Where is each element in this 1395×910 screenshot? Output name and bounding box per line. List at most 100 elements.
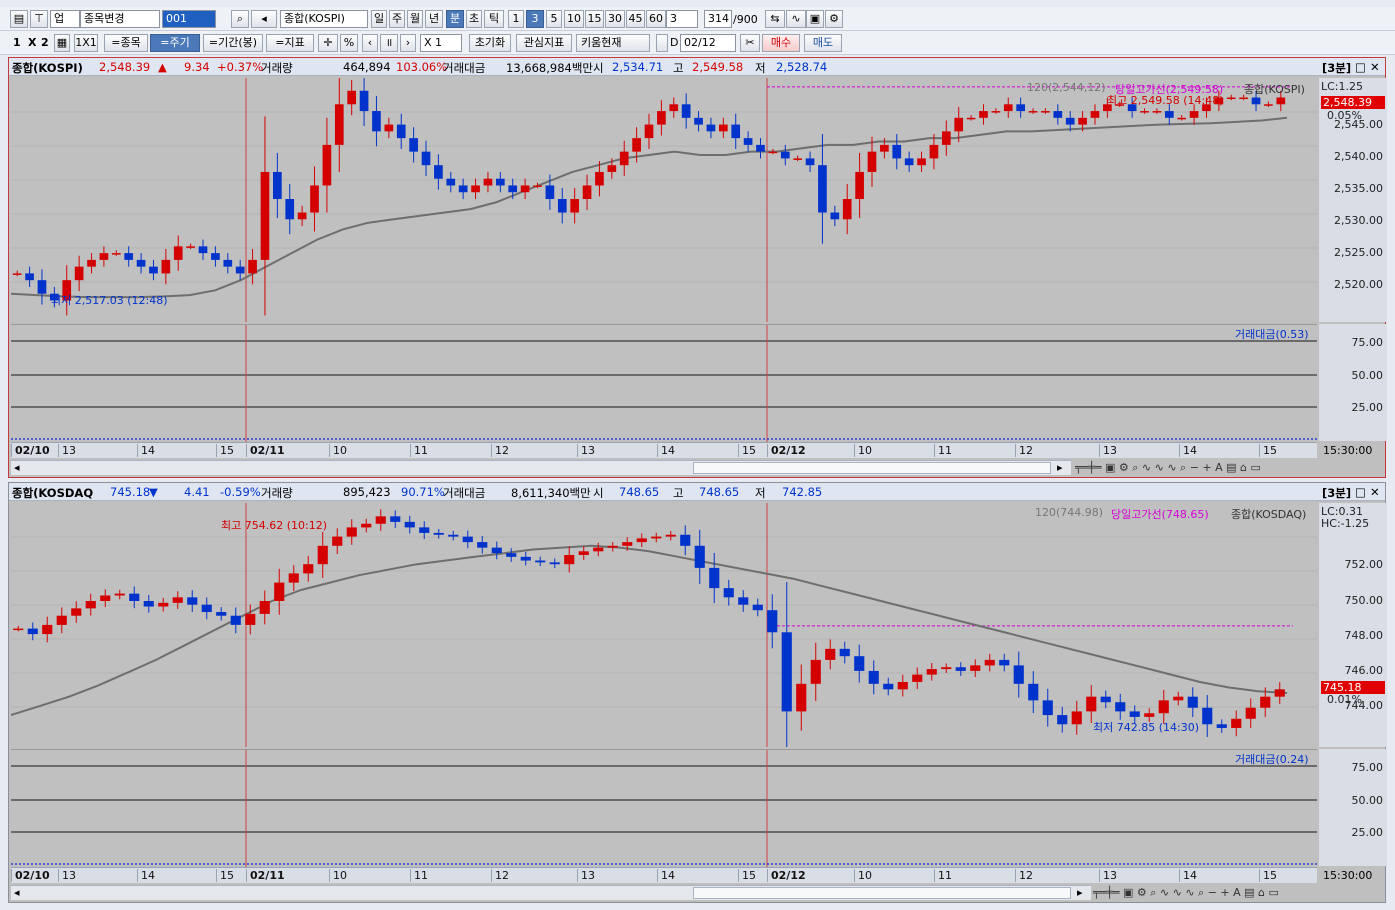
- scroll-left-icon[interactable]: ◂: [14, 886, 20, 899]
- count-input[interactable]: 314: [704, 10, 732, 28]
- kospi-chart-tools[interactable]: ╤═╪═ ▣ ⚙ ⌕ ∿ ∿ ∿ ⌕ − + A ▤ ⌂ ▭: [1075, 461, 1261, 476]
- candle: [458, 185, 468, 193]
- pin-icon[interactable]: ⊤: [30, 10, 48, 28]
- kosdaq-open-label: 시: [593, 486, 604, 500]
- pause-icon[interactable]: ॥: [380, 34, 398, 52]
- kosdaq-open: 748.65: [619, 485, 660, 499]
- minute-3[interactable]: 3: [526, 10, 544, 28]
- candle: [87, 259, 96, 267]
- kospi-close-icon[interactable]: ✕: [1370, 60, 1380, 74]
- kospi-high: 2,549.58: [692, 60, 744, 74]
- minute-45[interactable]: 45: [626, 10, 645, 28]
- candle: [1245, 707, 1256, 719]
- date-checkbox[interactable]: [656, 34, 668, 52]
- candle: [508, 185, 518, 193]
- candle: [825, 648, 836, 660]
- kospi-high-label: 고: [673, 61, 684, 75]
- layout-1x1-button[interactable]: 1X1: [74, 34, 98, 52]
- candle: [941, 667, 952, 670]
- kospi-scrollbar[interactable]: ◂ ▸: [11, 460, 1071, 475]
- buy-button[interactable]: 매수: [762, 34, 800, 52]
- kosdaq-close-icon[interactable]: ✕: [1370, 485, 1380, 499]
- period-day[interactable]: 일: [371, 10, 387, 28]
- grid-icon[interactable]: ▦: [54, 34, 70, 52]
- interval-select[interactable]: 3: [666, 10, 698, 28]
- minute-5[interactable]: 5: [546, 10, 562, 28]
- candle: [158, 602, 169, 607]
- kosdaq-change-pct: -0.59%: [220, 485, 261, 499]
- period-second[interactable]: 초: [466, 10, 482, 28]
- kiwoom-now-select[interactable]: 키움현재: [576, 34, 650, 52]
- scroll-right-icon[interactable]: ▸: [1057, 461, 1063, 474]
- kosdaq-ytick: 744.00: [1344, 699, 1384, 712]
- market-select[interactable]: 업: [50, 10, 80, 28]
- candle: [897, 681, 908, 690]
- layout-icon[interactable]: ▤: [10, 10, 28, 28]
- period-tick[interactable]: 틱: [484, 10, 504, 28]
- crosshair-icon[interactable]: ✛: [318, 34, 338, 52]
- period-month[interactable]: 월: [407, 10, 423, 28]
- chart-tools-icon[interactable]: ⇆: [765, 10, 785, 28]
- layout-x[interactable]: X: [28, 36, 36, 49]
- kospi-x-axis: 02/10 13 14 15 02/11 10 11 12 13 14 15 02/12 10 11 12 1…: [11, 442, 1317, 458]
- same-range-button[interactable]: =기간(봉): [203, 34, 263, 52]
- speaker-icon[interactable]: ◂: [251, 10, 277, 28]
- trend-icon[interactable]: ∿: [786, 10, 806, 28]
- period-year[interactable]: 년: [425, 10, 443, 28]
- minute-60[interactable]: 60: [646, 10, 666, 28]
- kosdaq-chart-tools[interactable]: ╤═╪═ ▣ ⚙ ⌕ ∿ ∿ ∿ ⌕ − + A ▤ ⌂ ▭: [1093, 886, 1279, 901]
- period-week[interactable]: 주: [389, 10, 405, 28]
- period-minute[interactable]: 분: [446, 10, 464, 28]
- candle: [1071, 711, 1082, 725]
- candle: [260, 171, 270, 260]
- kosdaq-high-label: 고: [673, 486, 684, 500]
- percent-button[interactable]: %: [340, 34, 358, 52]
- watch-indicator-button[interactable]: 관심지표: [516, 34, 572, 52]
- scissors-icon[interactable]: ✂: [740, 34, 760, 52]
- candle: [248, 259, 257, 274]
- kospi-maximize-icon[interactable]: □: [1355, 60, 1366, 74]
- candle: [71, 608, 82, 616]
- minute-10[interactable]: 10: [564, 10, 584, 28]
- layout-2[interactable]: 2: [41, 36, 49, 49]
- reset-button[interactable]: 초기화: [469, 34, 511, 52]
- save-icon[interactable]: ▣: [806, 10, 824, 28]
- zoom-select[interactable]: X 1: [420, 34, 462, 52]
- code-input[interactable]: 001: [162, 10, 216, 28]
- kosdaq-price-plot[interactable]: 120(744.98) 당일고가선(748.65) 종합(KOSDAQ) 최고 …: [10, 503, 1317, 762]
- stock-change-select[interactable]: 종목변경: [80, 10, 160, 28]
- minute-30[interactable]: 30: [605, 10, 625, 28]
- scroll-left-icon[interactable]: ◂: [14, 461, 20, 474]
- candle: [1041, 111, 1050, 113]
- same-period-button[interactable]: =주기: [150, 34, 200, 52]
- kospi-price-plot[interactable]: 120(2,544,12) 당일고가선(2,549.58) 종합(KOSPI) …: [10, 75, 1317, 322]
- stock-name-field[interactable]: 종합(KOSPI): [280, 10, 368, 28]
- candle: [390, 516, 401, 522]
- kosdaq-vol-axis: 75.00 50.00 25.00: [1319, 749, 1387, 866]
- candle: [288, 573, 299, 583]
- search-icon[interactable]: ⌕: [231, 10, 249, 28]
- layout-1[interactable]: 1: [13, 36, 21, 49]
- prev-icon[interactable]: ‹: [362, 34, 378, 52]
- x-tick-label: 15: [738, 444, 756, 457]
- candle: [201, 604, 212, 613]
- x-tick-label: 10: [329, 444, 347, 457]
- minute-1[interactable]: 1: [508, 10, 524, 28]
- candle: [830, 212, 840, 220]
- sell-button[interactable]: 매도: [804, 34, 842, 52]
- next-icon[interactable]: ›: [400, 34, 416, 52]
- candle: [1152, 111, 1162, 113]
- kosdaq-name: 종합(KOSDAQ: [12, 486, 94, 500]
- scroll-right-icon[interactable]: ▸: [1077, 886, 1083, 899]
- date-input[interactable]: 02/12: [680, 34, 736, 52]
- kosdaq-maximize-icon[interactable]: □: [1355, 485, 1366, 499]
- kosdaq-scrollbar[interactable]: ◂ ▸: [11, 885, 1091, 900]
- kospi-volume-plot[interactable]: 거래대금(0.53): [11, 324, 1317, 442]
- kosdaq-volume-plot[interactable]: 거래대금(0.24): [11, 749, 1317, 867]
- same-indicator-button[interactable]: =지표: [266, 34, 314, 52]
- minute-15[interactable]: 15: [585, 10, 604, 28]
- scroll-thumb[interactable]: [693, 887, 1071, 899]
- same-stock-button[interactable]: =종목: [104, 34, 148, 52]
- scroll-thumb[interactable]: [693, 462, 1051, 474]
- gear-icon[interactable]: ⚙: [825, 10, 843, 28]
